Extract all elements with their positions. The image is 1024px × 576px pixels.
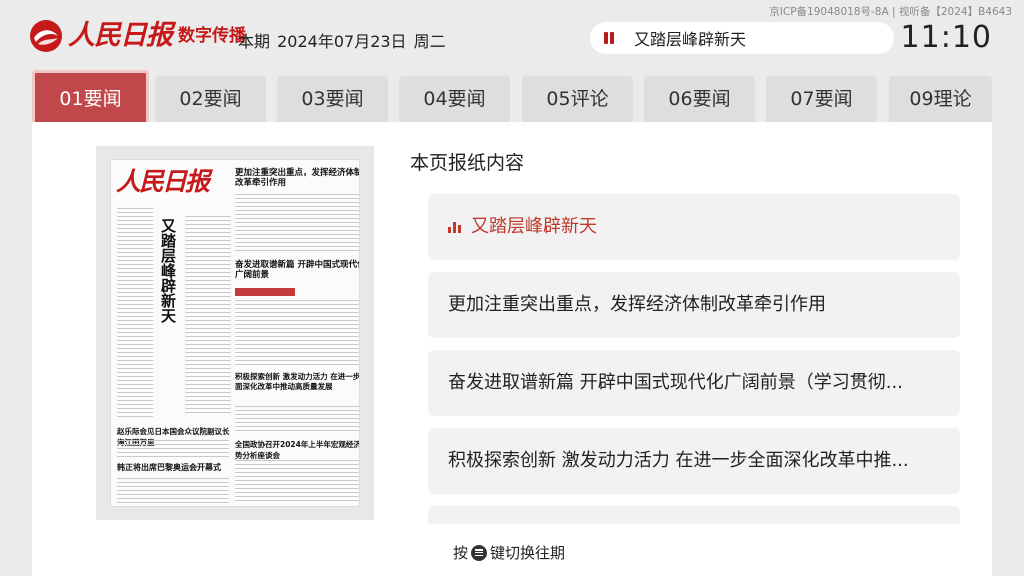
tab-03[interactable]: 03要闻 xyxy=(277,76,388,122)
now-playing-title: 又踏层峰辟新天 xyxy=(634,30,747,49)
brand-logo: 人民日报 数字传播 xyxy=(28,18,246,54)
now-playing-bar[interactable]: 又踏层峰辟新天 xyxy=(590,22,894,54)
tab-05[interactable]: 05评论 xyxy=(522,76,633,122)
paper-logo: 人民日报 xyxy=(116,167,210,196)
issue-date: 本期 2024年07月23日 周二 xyxy=(238,28,446,52)
icp-license: 京ICP备19048018号-8A | 视听备【2024】B4643 xyxy=(769,6,1012,18)
paper-headline-top: 更加注重突出重点，发挥经济体制改革牵引作用 xyxy=(235,168,360,188)
article-list: 又踏层峰辟新天 更加注重突出重点，发挥经济体制改革牵引作用 奋发进取谱新篇 开辟… xyxy=(428,194,960,524)
hint-suffix: 键切换往期 xyxy=(490,544,566,562)
paper-text-block xyxy=(235,406,359,434)
article-item-3[interactable]: 奋发进取谱新篇 开辟中国式现代化广阔前景（学习贯彻... xyxy=(428,350,960,416)
article-item-1[interactable]: 又踏层峰辟新天 xyxy=(428,194,960,260)
article-item-4[interactable]: 积极探索创新 激发动力活力 在进一步全面深化改革中推... xyxy=(428,428,960,494)
article-item-5[interactable] xyxy=(428,506,960,524)
newspaper-page: 人民日报 更加注重突出重点，发挥经济体制改革牵引作用 又踏层峰辟新天 奋发进取谱… xyxy=(110,159,360,507)
paper-text-block xyxy=(117,208,153,418)
paper-headline-mid: 奋发进取谱新篇 开辟中国式现代化广阔前景 xyxy=(235,260,360,280)
brand-subtitle: 数字传播 xyxy=(178,26,246,46)
section-title: 本页报纸内容 xyxy=(410,152,525,174)
pause-icon[interactable] xyxy=(602,30,616,46)
paper-text-block xyxy=(117,440,229,458)
paper-headline-low-right: 全国政协召开2024年上半年宏观经济形势分析座谈会 xyxy=(235,440,360,460)
paper-text-block xyxy=(235,194,359,254)
paper-text-block xyxy=(235,460,359,504)
tab-07[interactable]: 07要闻 xyxy=(766,76,877,122)
paper-headline-low-left-2: 韩正将出席巴黎奥运会开幕式 xyxy=(117,463,221,472)
menu-key-icon xyxy=(471,544,488,561)
paper-vertical-headline: 又踏层峰辟新天 xyxy=(159,218,177,323)
issue-date-value: 2024年07月23日 xyxy=(277,32,407,51)
playing-equalizer-icon xyxy=(448,221,461,233)
page-tabs: 01要闻 02要闻 03要闻 04要闻 05评论 06要闻 07要闻 09理论 xyxy=(32,70,992,122)
paper-text-block xyxy=(185,216,231,416)
clock: 11:10 xyxy=(900,20,992,55)
top-header: 人民日报 数字传播 本期 2024年07月23日 周二 京ICP备1904801… xyxy=(0,0,1024,68)
brand-script: 人民日报 xyxy=(68,20,173,51)
article-title: 又踏层峰辟新天 xyxy=(471,216,597,237)
tab-06[interactable]: 06要闻 xyxy=(644,76,755,122)
tab-09[interactable]: 09理论 xyxy=(889,76,992,122)
newspaper-preview[interactable]: 人民日报 更加注重突出重点，发挥经济体制改革牵引作用 又踏层峰辟新天 奋发进取谱… xyxy=(96,146,374,520)
issue-label: 本期 xyxy=(238,32,271,51)
tab-04[interactable]: 04要闻 xyxy=(399,76,510,122)
issue-weekday: 周二 xyxy=(413,32,446,51)
paper-text-block xyxy=(117,478,229,504)
article-item-2[interactable]: 更加注重突出重点，发挥经济体制改革牵引作用 xyxy=(428,272,960,338)
paper-headline-right-block: 积极探索创新 激发动力活力 在进一步全面深化改革中推动高质量发展 xyxy=(235,372,360,391)
paper-text-block xyxy=(235,300,359,366)
tab-01[interactable]: 01要闻 xyxy=(32,70,149,122)
switch-issue-hint: 按 键切换往期 xyxy=(453,542,565,563)
main-panel: 人民日报 更加注重突出重点，发挥经济体制改革牵引作用 又踏层峰辟新天 奋发进取谱… xyxy=(32,122,992,576)
people-daily-emblem-icon xyxy=(30,20,62,52)
paper-red-banner xyxy=(235,288,295,296)
tab-02[interactable]: 02要闻 xyxy=(155,76,266,122)
hint-prefix: 按 xyxy=(453,544,469,562)
